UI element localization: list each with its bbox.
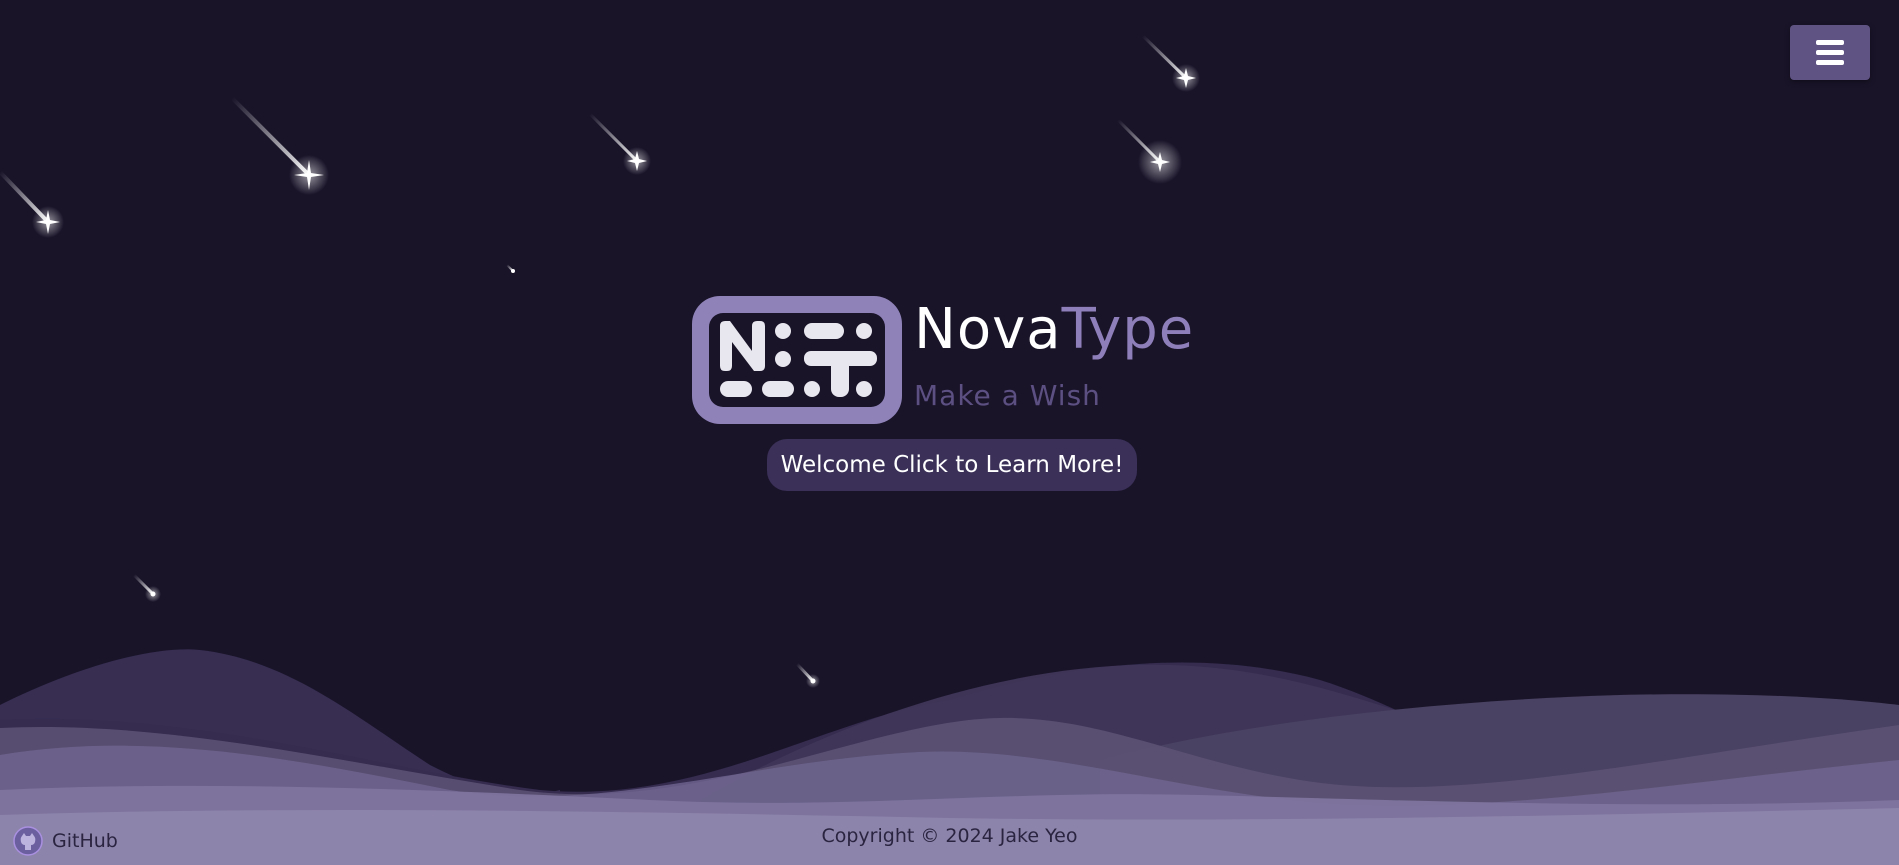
menu-button[interactable] <box>1790 25 1870 80</box>
shooting-star <box>588 112 651 175</box>
learn-more-button[interactable]: Welcome Click to Learn More! <box>767 439 1137 491</box>
brand-title-nova: Nova <box>914 297 1062 362</box>
shooting-star <box>0 170 64 238</box>
shooting-star <box>1141 34 1200 92</box>
shooting-star <box>230 96 329 195</box>
shooting-star <box>795 662 820 688</box>
landing-page: NovaType Make a Wish Welcome Click to Le… <box>0 0 1899 865</box>
copyright-text: Copyright © 2024 Jake Yeo <box>821 825 1078 847</box>
shooting-star <box>132 573 161 602</box>
brand-title-type: Type <box>1061 297 1195 362</box>
brand-title: NovaType <box>914 295 1194 365</box>
novatype-logo-icon <box>692 296 902 424</box>
background-scene <box>0 34 1899 865</box>
brand-tagline: Make a Wish <box>914 379 1101 412</box>
shooting-star <box>506 264 515 273</box>
shooting-star <box>1116 118 1182 184</box>
